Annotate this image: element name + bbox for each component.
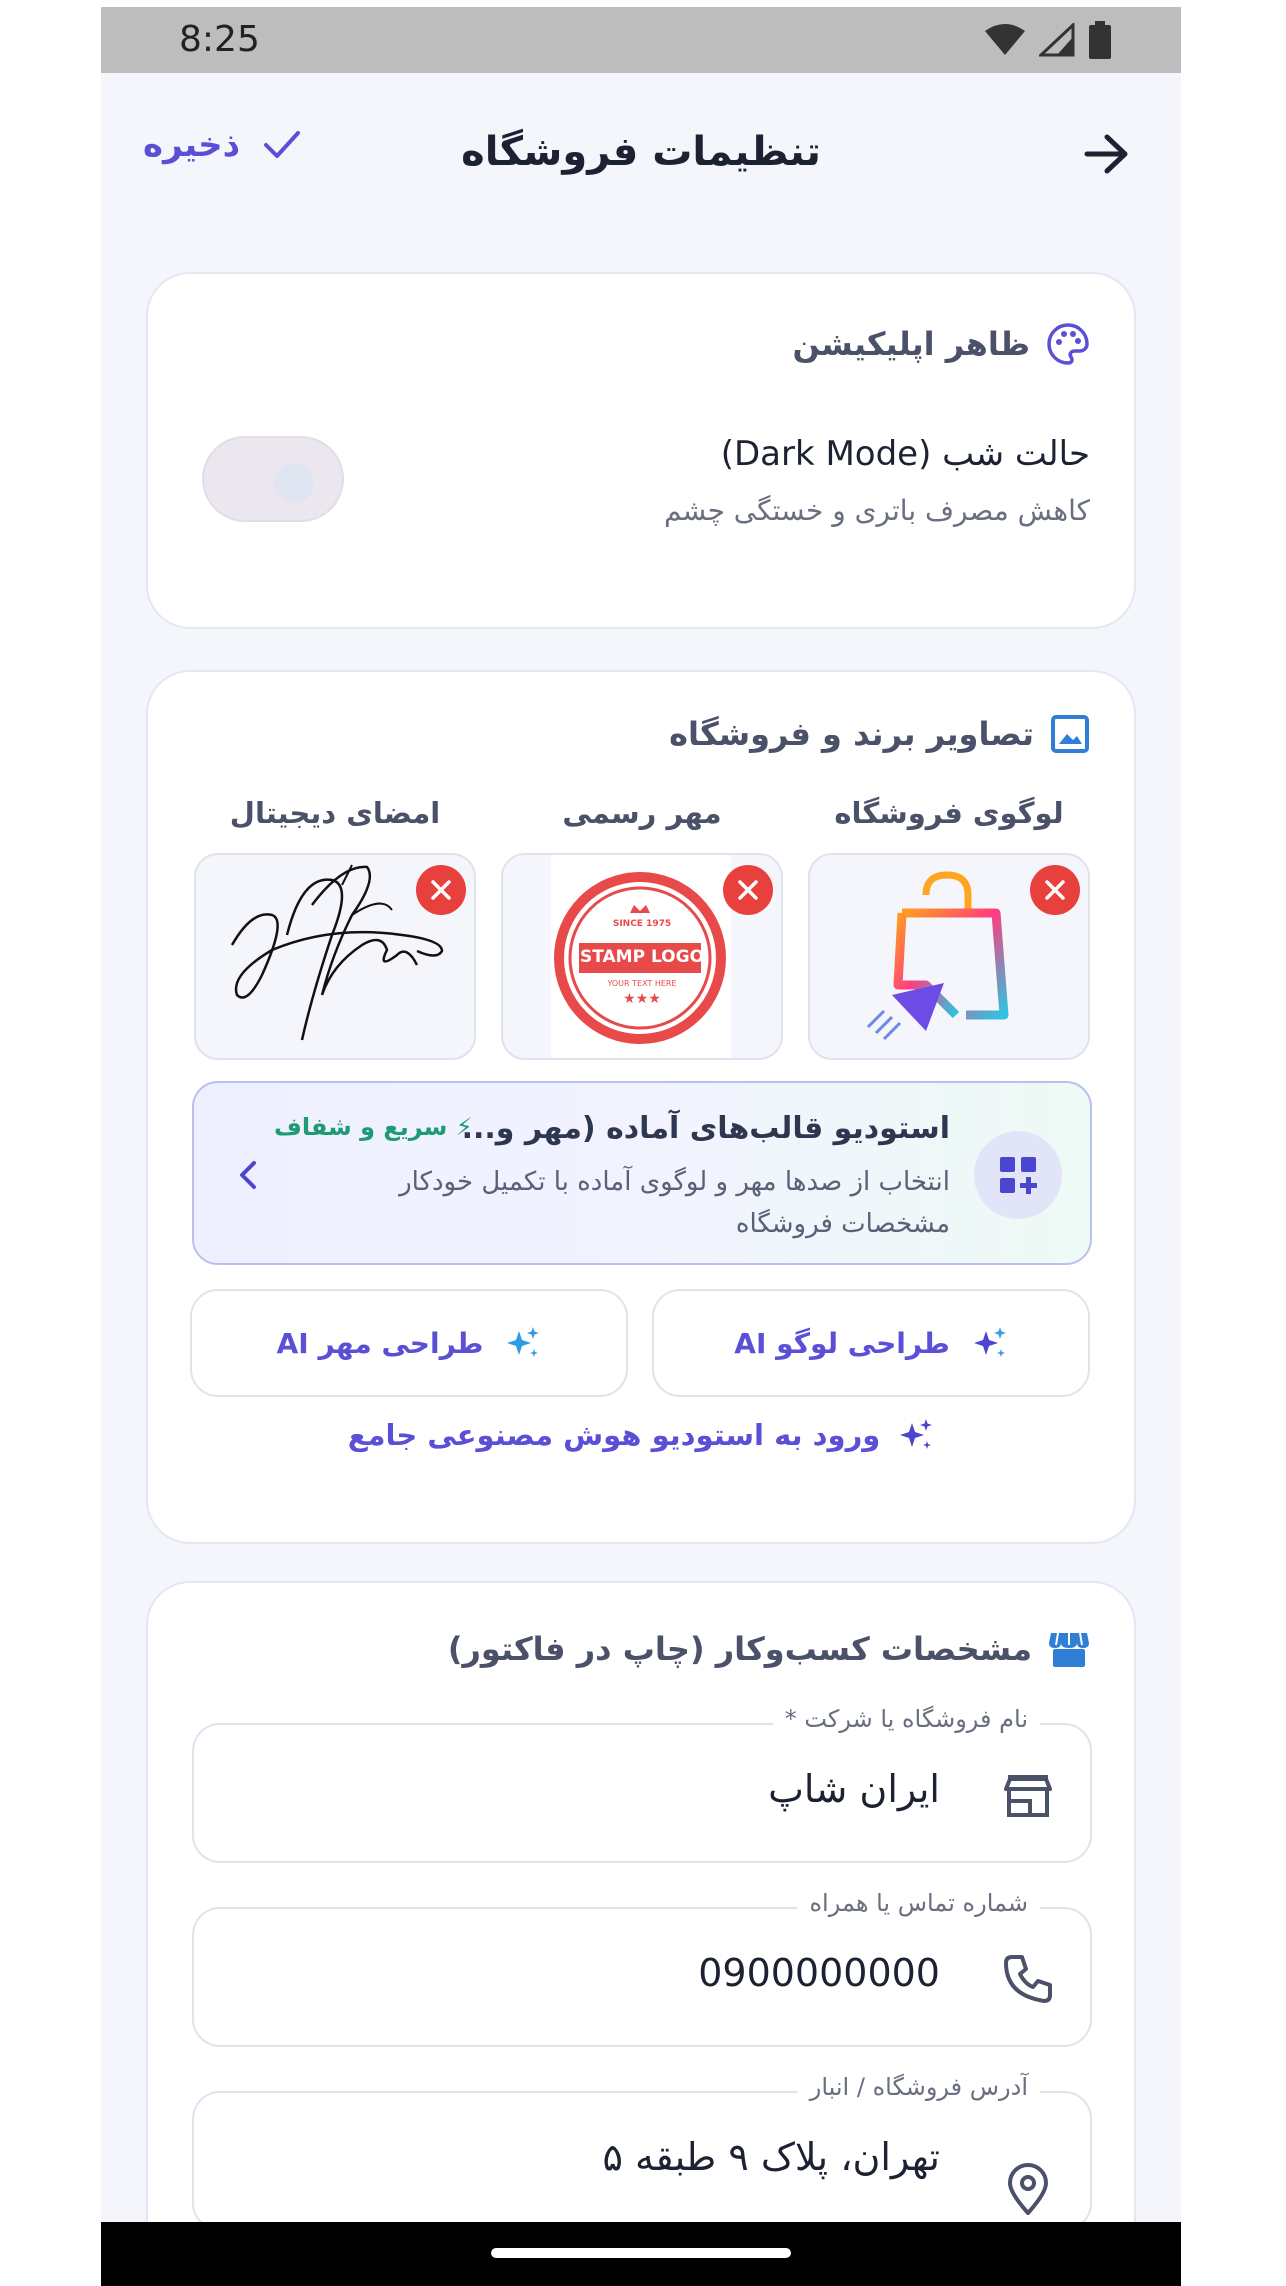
- close-icon: [1045, 880, 1065, 900]
- stamp-logo-text: STAMP LOGO: [579, 947, 705, 967]
- ai-stamp-label: طراحی مهر AI: [276, 1326, 484, 1360]
- appearance-card: ظاهر اپلیکیشن حالت شب (Dark Mode) کاهش م…: [146, 272, 1136, 629]
- stamp-label: مهر رسمی: [562, 796, 722, 830]
- template-studio-banner[interactable]: استودیو قالب‌های آماده (مهر و... ⚡ سریع …: [192, 1081, 1092, 1265]
- sparkle-icon: [900, 1419, 933, 1449]
- close-icon: [431, 880, 451, 900]
- store-icon: [1004, 1775, 1052, 1817]
- remove-stamp-button[interactable]: [723, 865, 773, 915]
- status-bar: 8:25: [101, 7, 1181, 73]
- sparkle-icon: [507, 1327, 540, 1357]
- business-title: مشخصات کسب‌وکار (چاپ در فاکتور): [448, 1629, 1090, 1669]
- phone-label: شماره تماس یا همراه: [797, 1889, 1040, 1917]
- dashboard-add-icon: [1000, 1157, 1037, 1194]
- logo-image-box[interactable]: [808, 853, 1090, 1060]
- address-label: آدرس فروشگاه / انبار: [797, 2073, 1040, 2101]
- battery-icon: [1089, 21, 1111, 59]
- studio-desc: انتخاب از صدها مهر و لوگوی آماده با تکمی…: [399, 1167, 950, 1239]
- address-field[interactable]: آدرس فروشگاه / انبار تهران، پلاک ۹ طبقه …: [192, 2073, 1092, 2231]
- store-name-value: ایران شاپ: [768, 1767, 940, 1811]
- business-info-card: مشخصات کسب‌وکار (چاپ در فاکتور) نام فروش…: [146, 1581, 1136, 2286]
- phone-value: 0900000000: [698, 1951, 940, 1995]
- close-icon: [738, 880, 758, 900]
- arrow-right-icon[interactable]: [1081, 129, 1131, 179]
- stamp-your-text: YOUR TEXT HERE: [607, 979, 677, 988]
- address-value: تهران، پلاک ۹ طبقه ۵: [602, 2135, 940, 2179]
- signature-label: امضای دیجیتال: [229, 796, 441, 830]
- dark-mode-toggle[interactable]: [202, 436, 344, 522]
- ai-logo-label: طراحی لوگو AI: [734, 1326, 950, 1360]
- brand-title: تصاویر برند و فروشگاه: [669, 714, 1090, 754]
- remove-signature-button[interactable]: [416, 865, 466, 915]
- phone-screen: 8:25 ذخیره تنظیمات فروشگاه ظاهر اپلیکیشن…: [101, 7, 1181, 2286]
- phone-icon: [1004, 1955, 1052, 2003]
- toggle-knob: [274, 463, 314, 503]
- status-icons: [985, 21, 1111, 59]
- chevron-left-icon: [240, 1161, 256, 1189]
- palette-icon: [1047, 323, 1089, 365]
- studio-badge: ⚡ سریع و شفاف: [274, 1113, 473, 1141]
- logo-label: لوگوی فروشگاه: [834, 796, 1064, 830]
- business-title-text: مشخصات کسب‌وکار (چاپ در فاکتور): [447, 1630, 1032, 1668]
- navigation-bar: [101, 2222, 1181, 2286]
- stamp-since-text: SINCE 1975: [612, 919, 672, 929]
- home-gesture-handle[interactable]: [491, 2248, 791, 2258]
- dark-mode-desc: کاهش مصرف باتری و خستگی چشم: [663, 494, 1090, 527]
- remove-logo-button[interactable]: [1030, 865, 1080, 915]
- store-name-label: نام فروشگاه یا شرکت *: [772, 1705, 1040, 1733]
- status-time: 8:25: [179, 19, 260, 60]
- sparkle-icon: [973, 1327, 1006, 1357]
- app-header: ذخیره تنظیمات فروشگاه: [101, 73, 1181, 233]
- studio-icon-wrap: [974, 1131, 1062, 1219]
- stamp-image-box[interactable]: SINCE 1975 STAMP LOGO YOUR TEXT HERE ★★★: [501, 853, 783, 1060]
- location-icon: [1007, 2163, 1049, 2215]
- ai-stamp-button[interactable]: طراحی مهر AI: [190, 1289, 628, 1397]
- appearance-title-text: ظاهر اپلیکیشن: [792, 325, 1030, 363]
- storefront-icon: [1049, 1632, 1089, 1667]
- studio-title: استودیو قالب‌های آماده (مهر و...: [461, 1111, 950, 1146]
- appearance-title: ظاهر اپلیکیشن: [792, 322, 1090, 366]
- ai-studio-link-text: ورود به استودیو هوش مصنوعی جامع: [347, 1418, 881, 1452]
- signal-icon: [1039, 23, 1075, 57]
- wifi-icon: [985, 24, 1025, 55]
- page-title: تنظیمات فروشگاه: [461, 129, 821, 175]
- ai-logo-button[interactable]: طراحی لوگو AI: [652, 1289, 1090, 1397]
- store-name-field[interactable]: نام فروشگاه یا شرکت * ایران شاپ: [192, 1705, 1092, 1863]
- image-icon: [1051, 715, 1089, 753]
- phone-field[interactable]: شماره تماس یا همراه 0900000000: [192, 1889, 1092, 2047]
- dark-mode-label: حالت شب (Dark Mode): [720, 434, 1090, 474]
- stamp-stars: ★★★: [623, 991, 661, 1007]
- signature-image-box[interactable]: [194, 853, 476, 1060]
- ai-studio-link[interactable]: ورود به استودیو هوش مصنوعی جامع: [148, 1417, 1134, 1453]
- brand-title-text: تصاویر برند و فروشگاه: [669, 715, 1034, 753]
- brand-images-card: تصاویر برند و فروشگاه لوگوی فروشگاه مهر …: [146, 670, 1136, 1544]
